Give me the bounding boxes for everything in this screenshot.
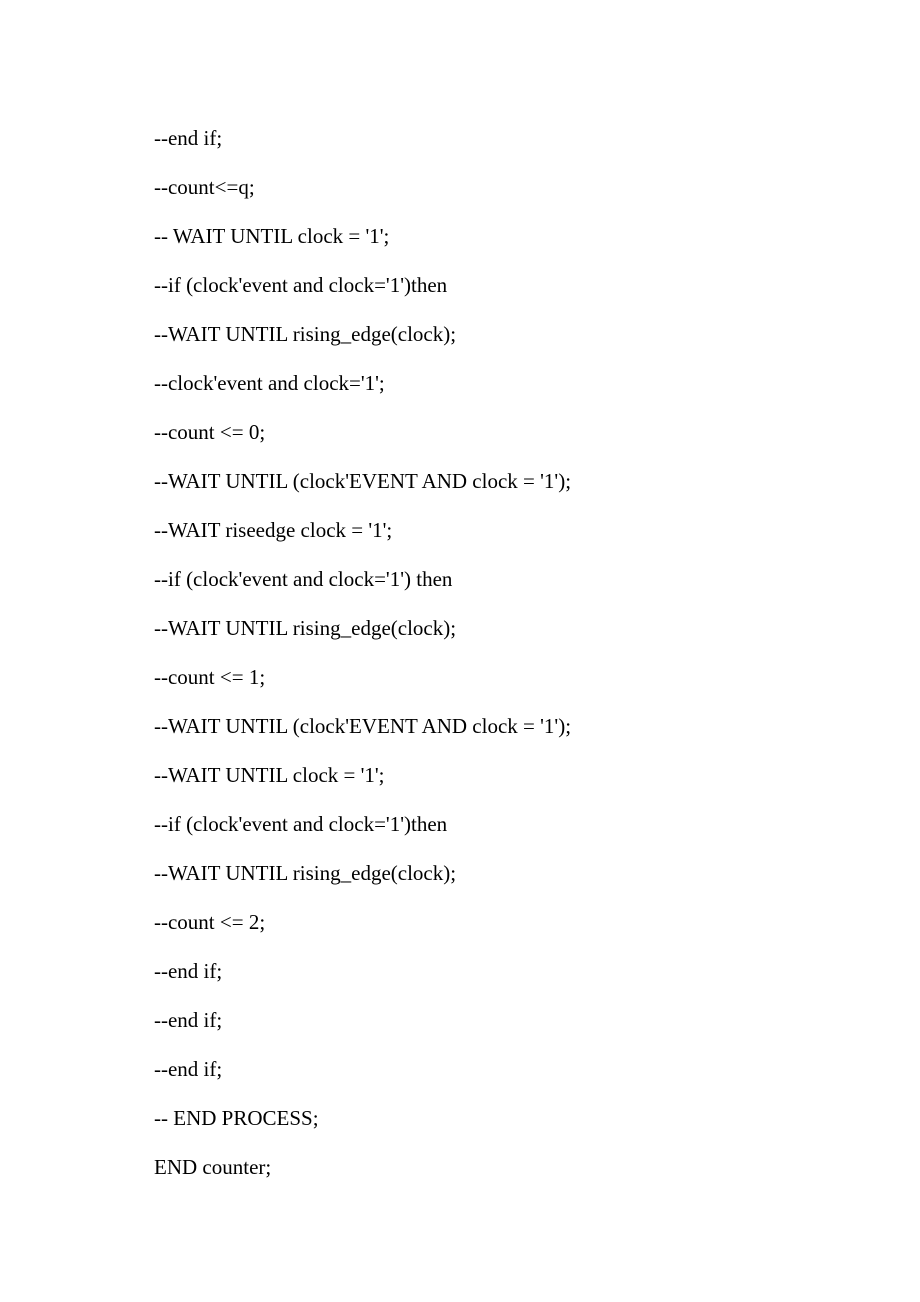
code-line: -- WAIT UNTIL clock = '1';: [154, 226, 920, 247]
code-line: --WAIT UNTIL rising_edge(clock);: [154, 863, 920, 884]
code-line: --WAIT UNTIL (clock'EVENT AND clock = '1…: [154, 471, 920, 492]
code-line: --end if;: [154, 1010, 920, 1031]
code-line: --WAIT UNTIL rising_edge(clock);: [154, 324, 920, 345]
code-line: --WAIT riseedge clock = '1';: [154, 520, 920, 541]
code-line: --clock'event and clock='1';: [154, 373, 920, 394]
code-line: END counter;: [154, 1157, 920, 1178]
code-line: --if (clock'event and clock='1') then: [154, 569, 920, 590]
code-block: --end if; --count<=q; -- WAIT UNTIL cloc…: [154, 128, 920, 1178]
code-line: --WAIT UNTIL clock = '1';: [154, 765, 920, 786]
code-line: --if (clock'event and clock='1')then: [154, 814, 920, 835]
code-line: --end if;: [154, 1059, 920, 1080]
code-line: --WAIT UNTIL rising_edge(clock);: [154, 618, 920, 639]
code-line: --count <= 2;: [154, 912, 920, 933]
code-line: --end if;: [154, 128, 920, 149]
code-line: --if (clock'event and clock='1')then: [154, 275, 920, 296]
code-line: --count <= 0;: [154, 422, 920, 443]
code-line: -- END PROCESS;: [154, 1108, 920, 1129]
code-line: --end if;: [154, 961, 920, 982]
code-line: --WAIT UNTIL (clock'EVENT AND clock = '1…: [154, 716, 920, 737]
code-line: --count <= 1;: [154, 667, 920, 688]
code-line: --count<=q;: [154, 177, 920, 198]
